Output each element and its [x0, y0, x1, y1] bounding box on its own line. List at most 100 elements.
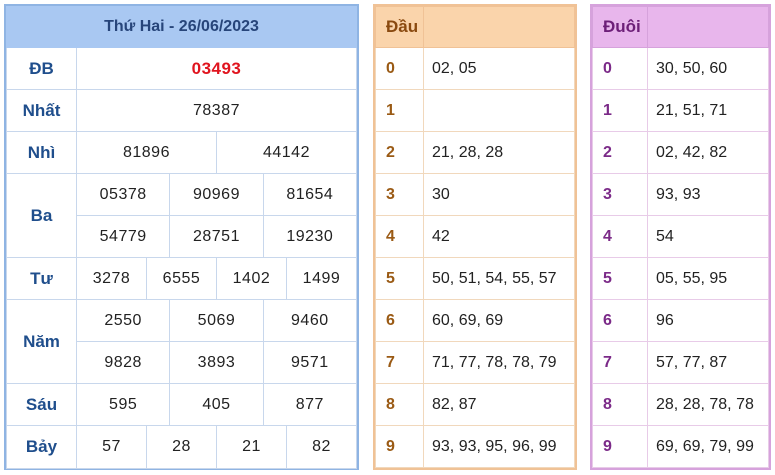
head-row: 5 50, 51, 54, 55, 57	[375, 257, 575, 300]
tail-row: 0 30, 50, 60	[592, 47, 769, 90]
prize-value: 2550	[75, 299, 171, 342]
tail-digit: 4	[592, 215, 648, 258]
prize-value: 57	[76, 425, 147, 469]
tail-digit: 6	[592, 299, 648, 342]
tail-row: 8 28, 28, 78, 78	[592, 383, 769, 426]
tail-row: 6 96	[592, 299, 769, 342]
prize-value: 877	[262, 383, 358, 426]
head-digit: 5	[375, 257, 424, 300]
head-digit: 4	[375, 215, 424, 258]
tail-header: Đuôi	[592, 6, 648, 48]
head-row: 1	[375, 89, 575, 132]
prize-value: 90969	[169, 173, 264, 216]
tail-digit: 3	[592, 173, 648, 216]
prize-value: 405	[169, 383, 264, 426]
prize-row-seventh: Bảy 57 28 21 82	[6, 425, 358, 469]
prize-value: 28	[145, 425, 217, 469]
prize-value: 78387	[76, 89, 357, 132]
head-digit: 0	[375, 47, 424, 90]
prize-value: 5069	[169, 299, 264, 342]
tail-row: 9 69, 69, 79, 99	[592, 425, 769, 468]
prize-value: 28751	[169, 215, 264, 258]
head-digit: 8	[375, 383, 424, 426]
tail-values: 69, 69, 79, 99	[647, 425, 769, 468]
prize-value: 1499	[285, 257, 358, 300]
head-digit: 1	[375, 89, 424, 132]
head-values: 71, 77, 78, 78, 79	[423, 341, 575, 384]
tail-values: 57, 77, 87	[647, 341, 769, 384]
head-values: 21, 28, 28	[423, 131, 575, 174]
head-header-empty	[423, 6, 575, 48]
tail-values: 28, 28, 78, 78	[647, 383, 769, 426]
prize-label: Ba	[6, 173, 77, 258]
tail-row: 2 02, 42, 82	[592, 131, 769, 174]
prize-label: Bảy	[6, 425, 77, 469]
tail-values: 96	[647, 299, 769, 342]
head-header: Đầu	[375, 6, 424, 48]
prize-value: 19230	[262, 215, 358, 258]
prize-value: 9571	[262, 341, 358, 384]
prize-value: 81654	[262, 173, 358, 216]
tail-digit: 9	[592, 425, 648, 468]
tail-values: 02, 42, 82	[647, 131, 769, 174]
tail-values: 54	[647, 215, 769, 258]
prize-label: Tư	[6, 257, 77, 300]
prize-row-fifth: Năm 2550 5069 9460	[6, 299, 358, 384]
head-values: 50, 51, 54, 55, 57	[423, 257, 575, 300]
head-values: 02, 05	[423, 47, 575, 90]
special-prize-value: 03493	[76, 47, 357, 90]
prize-value: 9460	[262, 299, 358, 342]
results-date-title: Thứ Hai - 26/06/2023	[6, 6, 357, 48]
tail-header-empty	[647, 6, 769, 48]
head-row: 0 02, 05	[375, 47, 575, 90]
prize-value: 05378	[75, 173, 171, 216]
prize-value: 6555	[145, 257, 217, 300]
prize-value: 3278	[76, 257, 147, 300]
prize-label: Sáu	[6, 383, 77, 426]
tail-values: 30, 50, 60	[647, 47, 769, 90]
head-row: 6 60, 69, 69	[375, 299, 575, 342]
prize-row-third: Ba 05378 90969 81654	[6, 173, 358, 258]
prize-value: 3893	[169, 341, 264, 384]
tail-digit: 5	[592, 257, 648, 300]
prize-value: 1402	[215, 257, 287, 300]
tail-digit-table: Đuôi 0 30, 50, 60 1 21, 51, 71 2 02, 42, 82…	[590, 4, 771, 470]
prize-label: Năm	[6, 299, 77, 384]
head-values: 60, 69, 69	[423, 299, 575, 342]
tail-row: 1 21, 51, 71	[592, 89, 769, 132]
prize-label: ĐB	[6, 47, 77, 90]
tail-digit: 1	[592, 89, 648, 132]
tail-digit: 8	[592, 383, 648, 426]
prize-value: 21	[215, 425, 287, 469]
lottery-results-table: Thứ Hai - 26/06/2023 ĐB 03493 Nhất 78387…	[4, 4, 359, 470]
tail-digit: 2	[592, 131, 648, 174]
head-digit: 2	[375, 131, 424, 174]
prize-row-special: ĐB 03493	[6, 47, 357, 90]
head-values: 93, 93, 95, 96, 99	[423, 425, 575, 468]
tail-digit: 7	[592, 341, 648, 384]
head-values: 82, 87	[423, 383, 575, 426]
prize-label: Nhất	[6, 89, 77, 132]
head-row: 4 42	[375, 215, 575, 258]
head-row: 3 30	[375, 173, 575, 216]
head-values	[423, 89, 575, 132]
prize-row-first: Nhất 78387	[6, 89, 357, 132]
prize-value: 595	[75, 383, 171, 426]
tail-values: 21, 51, 71	[647, 89, 769, 132]
head-row: 8 82, 87	[375, 383, 575, 426]
prize-row-second: Nhì 81896 44142	[6, 131, 358, 174]
head-digit: 7	[375, 341, 424, 384]
tail-digit: 0	[592, 47, 648, 90]
head-digit: 6	[375, 299, 424, 342]
head-row: 7 71, 77, 78, 78, 79	[375, 341, 575, 384]
head-digit-table: Đầu 0 02, 05 1 2 21, 28, 28 3 30 4 42 5 50, 5…	[373, 4, 577, 470]
prize-value: 82	[285, 425, 358, 469]
tail-row: 5 05, 55, 95	[592, 257, 769, 300]
tail-row: 7 57, 77, 87	[592, 341, 769, 384]
prize-label: Nhì	[6, 131, 77, 174]
prize-value: 54779	[75, 215, 171, 258]
tail-row: 4 54	[592, 215, 769, 258]
tail-values: 05, 55, 95	[647, 257, 769, 300]
prize-value: 9828	[75, 341, 171, 384]
head-values: 42	[423, 215, 575, 258]
